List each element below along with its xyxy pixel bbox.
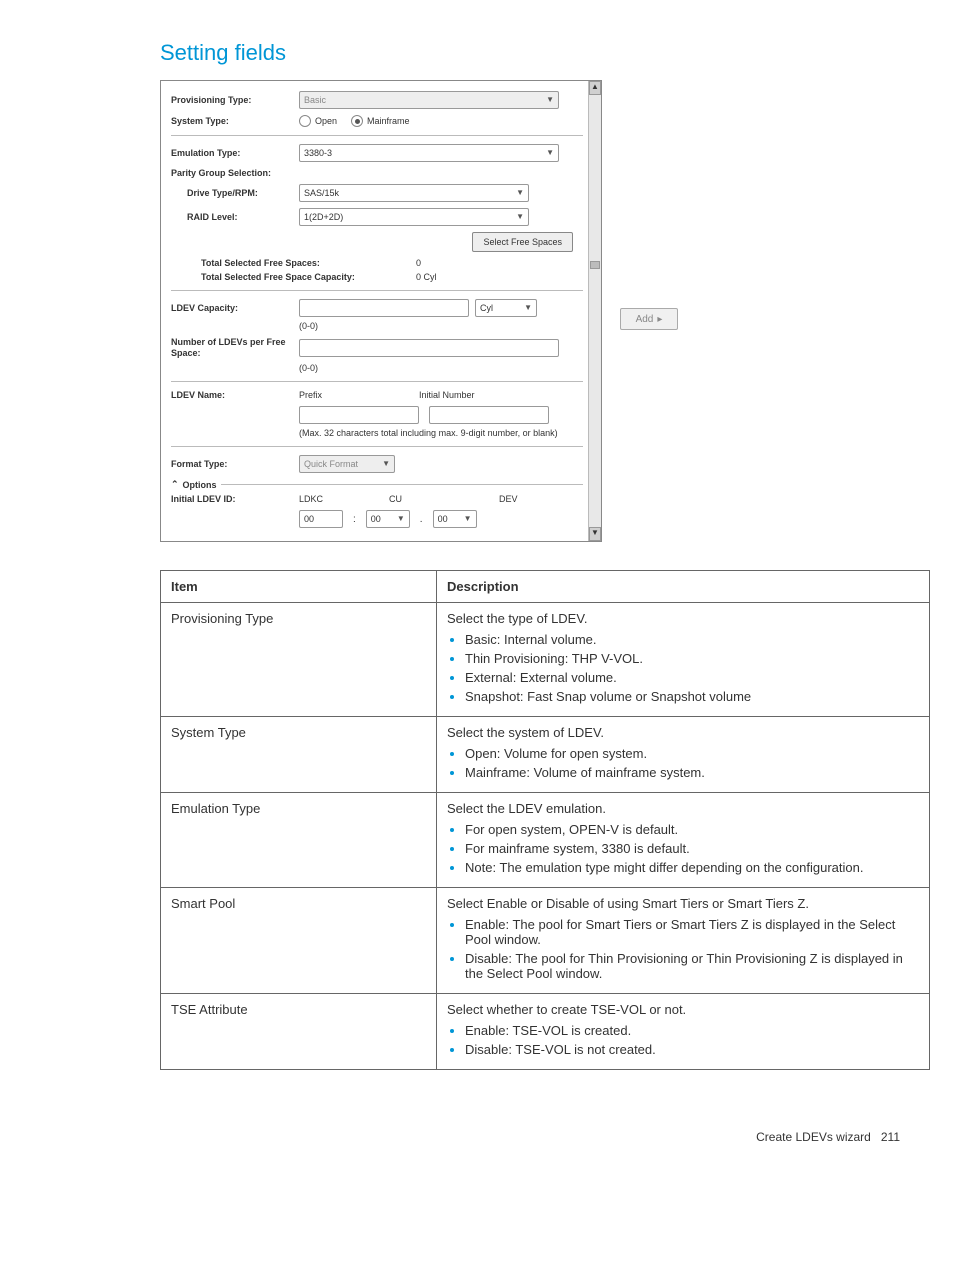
add-button[interactable]: Add ▸ (620, 308, 678, 330)
options-label: Options (183, 480, 217, 490)
scroll-handle[interactable] (590, 261, 600, 269)
ldev-capacity-unit-select[interactable]: Cyl ▼ (475, 299, 537, 317)
chevron-up-icon: ⌃ (171, 479, 179, 490)
table-item-cell: TSE Attribute (161, 994, 437, 1070)
cu-value: 00 (371, 511, 381, 527)
emulation-type-select[interactable]: 3380-3 ▼ (299, 144, 559, 162)
system-type-open-radio[interactable]: Open (299, 115, 337, 127)
vertical-scrollbar[interactable]: ▲ ▼ (588, 81, 601, 541)
system-type-mainframe-radio[interactable]: Mainframe (351, 115, 410, 127)
cu-select[interactable]: 00 ▼ (366, 510, 410, 528)
table-item-cell: Emulation Type (161, 793, 437, 888)
description-table: Item Description Provisioning TypeSelect… (160, 570, 930, 1070)
prefix-header: Prefix (299, 390, 419, 400)
initial-ldev-id-label: Initial LDEV ID: (171, 494, 299, 504)
raid-level-value: 1(2D+2D) (304, 209, 343, 225)
table-item-cell: Smart Pool (161, 888, 437, 994)
add-arrow-icon: ▸ (657, 314, 662, 325)
drive-type-select[interactable]: SAS/15k ▼ (299, 184, 529, 202)
ldev-capacity-label: LDEV Capacity: (171, 303, 299, 313)
table-item-cell: System Type (161, 717, 437, 793)
raid-level-select[interactable]: 1(2D+2D) ▼ (299, 208, 529, 226)
col-item-header: Item (161, 571, 437, 603)
total-spaces-label: Total Selected Free Spaces: (171, 258, 416, 268)
ldev-name-initial-input[interactable] (429, 406, 549, 424)
table-desc-cell: Select the system of LDEV.Open: Volume f… (437, 717, 930, 793)
scroll-down-arrow-icon[interactable]: ▼ (589, 527, 601, 541)
drive-type-label: Drive Type/RPM: (171, 188, 299, 198)
table-desc-cell: Select whether to create TSE-VOL or not.… (437, 994, 930, 1070)
num-ldevs-label: Number of LDEVs per Free Space: (171, 337, 299, 359)
initial-number-header: Initial Number (419, 390, 475, 400)
dev-select[interactable]: 00 ▼ (433, 510, 477, 528)
table-desc-cell: Select Enable or Disable of using Smart … (437, 888, 930, 994)
system-type-label: System Type: (171, 116, 299, 126)
options-toggle[interactable]: ⌃ Options (171, 479, 583, 490)
total-spaces-value: 0 (416, 258, 421, 268)
cu-header: CU (389, 494, 499, 504)
col-desc-header: Description (437, 571, 930, 603)
total-capacity-value: 0 Cyl (416, 272, 437, 282)
format-type-select[interactable]: Quick Format ▼ (299, 455, 395, 473)
chevron-down-icon: ▼ (516, 185, 524, 201)
chevron-down-icon: ▼ (546, 92, 554, 108)
select-free-spaces-button[interactable]: Select Free Spaces (472, 232, 573, 252)
ldev-capacity-unit: Cyl (480, 300, 493, 316)
ldev-name-prefix-input[interactable] (299, 406, 419, 424)
chevron-down-icon: ▼ (464, 511, 472, 527)
emulation-type-label: Emulation Type: (171, 148, 299, 158)
settings-form-panel: ▲ ▼ Provisioning Type: Basic ▼ System Ty… (160, 80, 602, 542)
scroll-up-arrow-icon[interactable]: ▲ (589, 81, 601, 95)
ldev-capacity-input[interactable] (299, 299, 469, 317)
table-desc-cell: Select the type of LDEV.Basic: Internal … (437, 603, 930, 717)
provisioning-type-label: Provisioning Type: (171, 95, 299, 105)
provisioning-type-value: Basic (304, 92, 326, 108)
num-ldevs-input[interactable] (299, 339, 559, 357)
table-desc-cell: Select the LDEV emulation.For open syste… (437, 793, 930, 888)
ldkc-input[interactable]: 00 (299, 510, 343, 528)
ldkc-header: LDKC (299, 494, 389, 504)
chevron-down-icon: ▼ (397, 511, 405, 527)
chevron-down-icon: ▼ (546, 145, 554, 161)
dev-header: DEV (499, 494, 518, 504)
table-item-cell: Provisioning Type (161, 603, 437, 717)
ldev-capacity-range: (0-0) (299, 321, 583, 331)
num-ldevs-range: (0-0) (299, 363, 583, 373)
chevron-down-icon: ▼ (516, 209, 524, 225)
section-heading: Setting fields (160, 40, 924, 66)
emulation-type-value: 3380-3 (304, 145, 332, 161)
format-type-label: Format Type: (171, 459, 299, 469)
raid-level-label: RAID Level: (171, 212, 299, 222)
dev-value: 00 (438, 511, 448, 527)
parity-group-label: Parity Group Selection: (171, 168, 299, 178)
add-button-label: Add (636, 314, 654, 325)
chevron-down-icon: ▼ (382, 456, 390, 472)
provisioning-type-select[interactable]: Basic ▼ (299, 91, 559, 109)
total-capacity-label: Total Selected Free Space Capacity: (171, 272, 416, 282)
footer-text: Create LDEVs wizard (756, 1130, 871, 1144)
ldev-name-note: (Max. 32 characters total including max.… (299, 428, 559, 438)
page-footer: Create LDEVs wizard 211 (30, 1130, 924, 1144)
chevron-down-icon: ▼ (524, 300, 532, 316)
mainframe-label: Mainframe (367, 116, 410, 126)
open-label: Open (315, 116, 337, 126)
drive-type-value: SAS/15k (304, 185, 339, 201)
footer-page: 211 (881, 1130, 900, 1144)
format-type-value: Quick Format (304, 456, 358, 472)
ldev-name-label: LDEV Name: (171, 390, 299, 400)
